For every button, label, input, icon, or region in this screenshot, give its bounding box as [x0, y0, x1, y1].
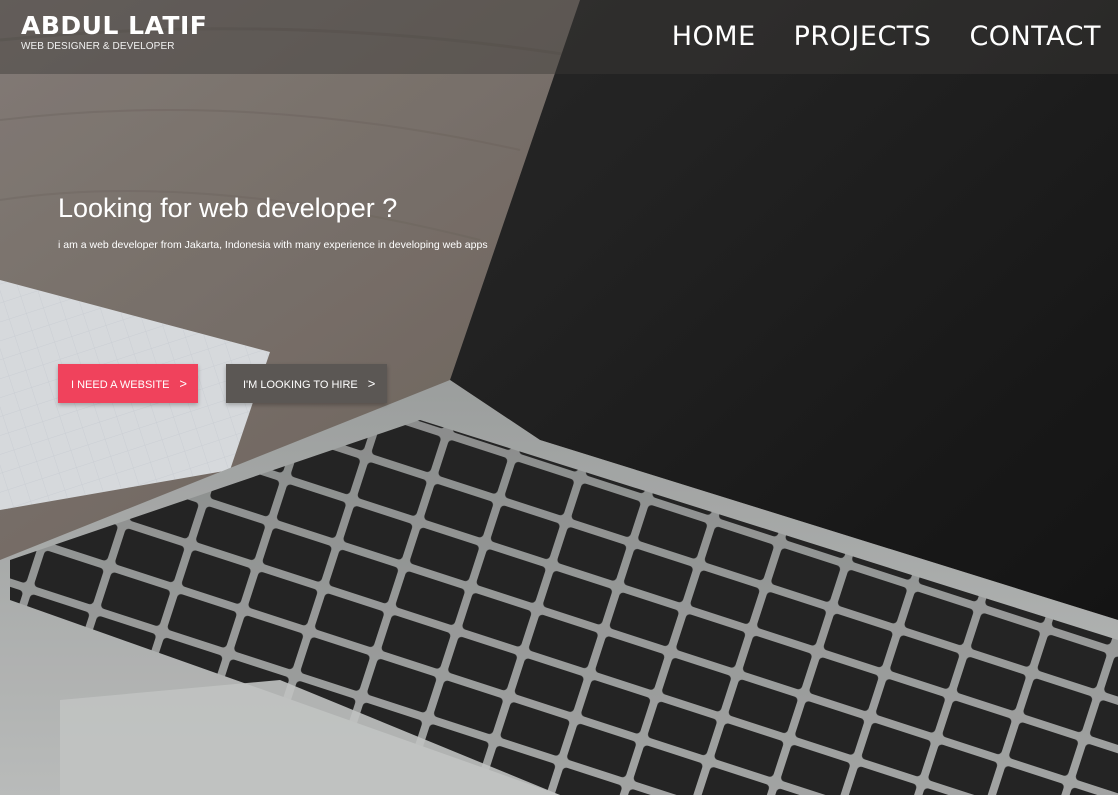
main-nav: HOME PROJECTS CONTACT [672, 19, 1101, 55]
looking-to-hire-button-label: I'M LOOKING TO HIRE [243, 379, 358, 391]
chevron-right-icon: > [367, 376, 376, 391]
brand-name: ABDUL LATIF [21, 11, 208, 40]
need-website-button-label: I NEED A WEBSITE [71, 379, 170, 391]
hero-subtitle: i am a web developer from Jakarta, Indon… [58, 239, 488, 251]
need-website-button[interactable]: I NEED A WEBSITE > [58, 364, 198, 403]
chevron-right-icon: > [179, 376, 188, 391]
brand-tagline: WEB DESIGNER & DEVELOPER [21, 41, 175, 52]
nav-projects[interactable]: PROJECTS [794, 19, 932, 55]
landing-page: ABDUL LATIF WEB DESIGNER & DEVELOPER HOM… [0, 0, 1118, 795]
looking-to-hire-button[interactable]: I'M LOOKING TO HIRE > [226, 364, 387, 403]
nav-home[interactable]: HOME [672, 19, 756, 55]
brand-logo[interactable]: ABDUL LATIF WEB DESIGNER & DEVELOPER [21, 11, 207, 53]
hero-title: Looking for web developer ? [58, 193, 398, 223]
nav-contact[interactable]: CONTACT [969, 19, 1101, 55]
site-header: ABDUL LATIF WEB DESIGNER & DEVELOPER HOM… [0, 0, 1118, 74]
